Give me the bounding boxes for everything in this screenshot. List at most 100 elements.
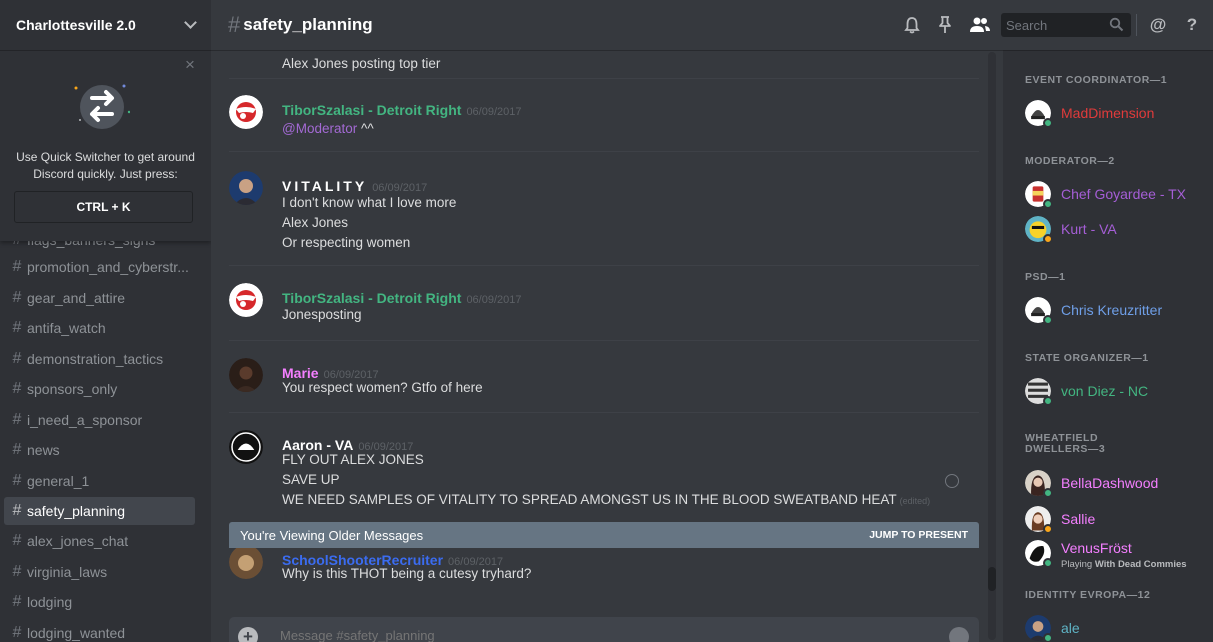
mention-icon[interactable]: @ [1147, 14, 1169, 36]
status-idle-icon [1043, 524, 1053, 534]
message-line: SAVE UP [282, 472, 340, 487]
channel-name: gear_and_attire [27, 290, 126, 306]
channel-antifa-watch[interactable]: # antifa_watch [4, 314, 195, 342]
channel-demonstration-tactics[interactable]: # demonstration_tactics [4, 345, 195, 373]
server-header[interactable]: Charlottesville 2.0 [0, 0, 211, 50]
channel-virginia-laws[interactable]: # virginia_laws [4, 558, 195, 586]
channel-general-1[interactable]: # general_1 [4, 467, 195, 495]
message-line: Jonesposting [282, 307, 362, 322]
member-belladashwood[interactable]: BellaDashwood [1025, 470, 1213, 502]
chevron-down-icon[interactable] [184, 16, 197, 29]
channel-name: promotion_and_cyberstr... [27, 259, 189, 275]
avatar[interactable] [229, 358, 263, 392]
username[interactable]: TiborSzalasi - Detroit Right [282, 102, 461, 118]
message-line: Why is this THOT being a cutesy tryhard? [282, 566, 532, 581]
channel-gear-and-attire[interactable]: # gear_and_attire [4, 284, 195, 312]
member-chef-goyardee-tx[interactable]: Chef Goyardee - TX [1025, 181, 1213, 213]
quick-switcher-text: Use Quick Switcher to get around Discord… [16, 150, 195, 181]
older-messages-text: You're Viewing Older Messages [240, 527, 424, 543]
status-idle-icon [1043, 234, 1053, 244]
member-venusfr-st[interactable]: VenusFröst Playing With Dead Commies [1025, 540, 1213, 572]
status-online-icon [1043, 199, 1053, 209]
hash-icon: # [12, 411, 22, 428]
channel-alex-jones-chat[interactable]: # alex_jones_chat [4, 527, 195, 555]
scrollbar-thumb[interactable] [988, 567, 996, 591]
member-chris-kreuzritter[interactable]: Chris Kreuzritter [1025, 297, 1213, 329]
channel-sponsors-only[interactable]: # sponsors_only [4, 375, 195, 403]
emoji-icon[interactable] [949, 627, 969, 642]
avatar[interactable] [229, 171, 263, 205]
message-input[interactable] [280, 628, 880, 642]
bell-icon[interactable] [901, 14, 923, 36]
channel-news[interactable]: # news [4, 436, 195, 464]
message-line: FLY OUT ALEX JONES [282, 452, 424, 467]
avatar[interactable] [229, 95, 263, 129]
hash-icon: # [12, 593, 22, 610]
message-text: You respect women? Gtfo of here [282, 380, 483, 395]
quick-switcher-popout: × Use Quick Switcher to get around Disco… [0, 50, 211, 241]
older-messages-bar[interactable]: You're Viewing Older Messages JUMP TO PR… [229, 522, 979, 548]
avatar[interactable] [229, 545, 263, 579]
channel-promotion-and-cyberstr-[interactable]: # promotion_and_cyberstr... [4, 253, 195, 281]
timestamp: 06/09/2017 [466, 106, 522, 118]
message-scrollbar[interactable] [988, 52, 996, 640]
jump-to-present-button[interactable]: JUMP TO PRESENT [869, 529, 968, 541]
member-ale[interactable]: ale [1025, 615, 1213, 642]
member-sallie[interactable]: Sallie [1025, 506, 1213, 538]
avatar[interactable] [229, 283, 263, 317]
channel-i-need-a-sponsor[interactable]: # i_need_a_sponsor [4, 406, 195, 434]
channel-lodging[interactable]: # lodging [4, 588, 195, 616]
message-divider [229, 151, 979, 152]
message-text: @Moderator ^^ [282, 121, 374, 136]
username[interactable]: Marie [282, 365, 319, 381]
server-name: Charlottesville 2.0 [16, 17, 136, 33]
message-text: Alex Jones posting top tier [282, 56, 440, 71]
channel-name: i_need_a_sponsor [27, 412, 143, 428]
channel-lodging-wanted[interactable]: # lodging_wanted [4, 619, 195, 642]
member-name: MadDimension [1061, 105, 1155, 121]
member-kurt-va[interactable]: Kurt - VA [1025, 216, 1213, 248]
user-mention[interactable]: @Moderator [282, 121, 357, 136]
member-name: von Diez - NC [1061, 383, 1149, 399]
chat-header: # safety_planning Search @ ? [211, 0, 1213, 50]
upload-plus-icon[interactable]: + [238, 627, 258, 642]
channel-name: virginia_laws [27, 564, 108, 580]
members-icon[interactable] [969, 14, 991, 36]
message-divider [229, 340, 979, 341]
member-name: VenusFröst [1061, 540, 1132, 556]
channel-name: antifa_watch [27, 320, 106, 336]
message-divider [229, 412, 979, 413]
timestamp: 06/09/2017 [372, 182, 428, 194]
message-header: TiborSzalasi - Detroit Right 06/09/2017 [282, 290, 522, 308]
hash-icon: # [12, 441, 22, 458]
channel-safety-planning[interactable]: # safety_planning [4, 497, 195, 525]
search-icon[interactable] [1109, 17, 1124, 32]
message-divider [229, 265, 979, 266]
message-header: TiborSzalasi - Detroit Right 06/09/2017 [282, 102, 522, 120]
add-reaction-icon[interactable] [945, 474, 959, 488]
message-text: FLY OUT ALEX JONES [282, 452, 424, 467]
channel-name: sponsors_only [27, 381, 118, 397]
pin-icon[interactable] [934, 14, 956, 36]
status-online-icon [1043, 633, 1053, 642]
message: VITALITY 06/09/2017 I don't know what I lo… [229, 171, 979, 271]
activity-prefix: Playing [1061, 559, 1093, 570]
username[interactable]: TiborSzalasi - Detroit Right [282, 290, 461, 306]
close-icon[interactable]: × [183, 56, 197, 73]
message-line: You respect women? Gtfo of here [282, 380, 483, 395]
status-online-icon [1043, 488, 1053, 498]
avatar[interactable] [229, 430, 263, 464]
username[interactable]: VITALITY [282, 178, 367, 194]
search-input[interactable]: Search [1001, 13, 1131, 37]
username[interactable]: Aaron - VA [282, 437, 353, 453]
message-line: Or respecting women [282, 235, 411, 250]
help-icon[interactable]: ? [1181, 14, 1203, 36]
member-von-diez-nc[interactable]: von Diez - NC [1025, 378, 1213, 410]
hash-icon: # [12, 350, 22, 367]
message-line: Alex Jones [282, 215, 349, 230]
member-list: EVENT COORDINATOR—1 MadDimension MODERATOR… [1003, 50, 1213, 642]
member-name: BellaDashwood [1061, 475, 1159, 491]
message-composer: + [229, 617, 979, 642]
message: SchoolShooterRecruiter 06/09/2017 Why is t… [229, 545, 979, 616]
member-maddimension[interactable]: MadDimension [1025, 100, 1213, 132]
